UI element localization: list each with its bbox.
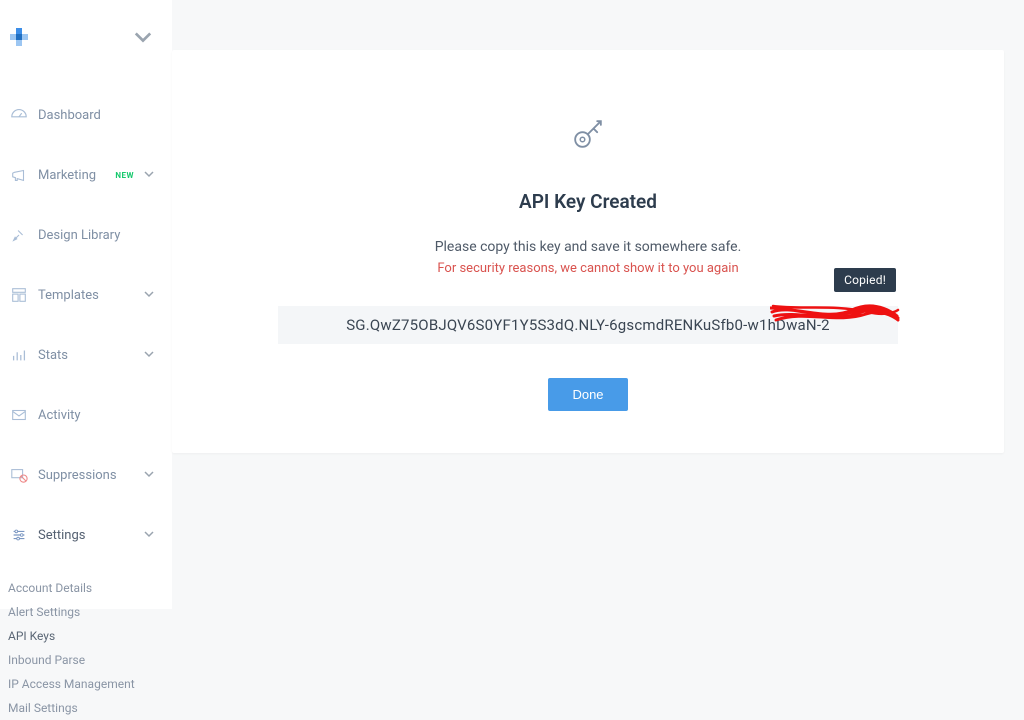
chevron-down-icon bbox=[144, 288, 154, 303]
logo-row bbox=[0, 28, 172, 50]
chevron-down-icon bbox=[144, 168, 154, 183]
bar-chart-icon bbox=[10, 346, 28, 364]
sidebar-item-label: Templates bbox=[38, 288, 134, 303]
sidebar-item-settings[interactable]: Settings bbox=[0, 514, 172, 556]
tools-icon bbox=[10, 226, 28, 244]
megaphone-icon bbox=[10, 166, 28, 184]
mail-icon bbox=[10, 406, 28, 424]
chevron-down-icon[interactable] bbox=[134, 28, 152, 50]
mail-block-icon bbox=[10, 466, 28, 484]
sidebar-item-marketing[interactable]: Marketing NEW bbox=[0, 154, 172, 196]
copied-tooltip: Copied! bbox=[834, 268, 896, 292]
subnav-inbound-parse[interactable]: Inbound Parse bbox=[8, 648, 172, 672]
subnav-mail-settings[interactable]: Mail Settings bbox=[8, 696, 172, 720]
sidebar-item-suppressions[interactable]: Suppressions bbox=[0, 454, 172, 496]
sidebar-item-label: Dashboard bbox=[38, 108, 154, 123]
sidebar-item-label: Stats bbox=[38, 348, 134, 363]
chevron-down-icon bbox=[144, 468, 154, 483]
sidebar-item-stats[interactable]: Stats bbox=[0, 334, 172, 376]
subnav-api-keys[interactable]: API Keys bbox=[8, 624, 172, 648]
layout-icon bbox=[10, 286, 28, 304]
gauge-icon bbox=[10, 106, 28, 124]
new-badge: NEW bbox=[115, 171, 134, 180]
sidebar-item-dashboard[interactable]: Dashboard bbox=[0, 94, 172, 136]
card-heading: API Key Created bbox=[192, 190, 984, 213]
brand-logo-icon bbox=[10, 28, 28, 50]
sidebar-item-label: Activity bbox=[38, 408, 154, 423]
settings-subnav: Account Details Alert Settings API Keys … bbox=[0, 574, 172, 720]
chevron-down-icon bbox=[144, 528, 154, 543]
sidebar-item-design-library[interactable]: Design Library bbox=[0, 214, 172, 256]
sliders-icon bbox=[10, 526, 28, 544]
sidebar: Dashboard Marketing NEW Design Library T… bbox=[0, 0, 172, 609]
api-key-value[interactable]: SG.QwZ75OBJQV6S0YF1Y5S3dQ.NLY-6gscmdRENK… bbox=[278, 306, 898, 344]
sidebar-item-label: Suppressions bbox=[38, 468, 134, 483]
api-key-row: SG.QwZ75OBJQV6S0YF1Y5S3dQ.NLY-6gscmdRENK… bbox=[192, 306, 984, 344]
sidebar-item-templates[interactable]: Templates bbox=[0, 274, 172, 316]
chevron-down-icon bbox=[144, 348, 154, 363]
sidebar-item-label: Marketing bbox=[38, 168, 103, 183]
done-button[interactable]: Done bbox=[548, 378, 627, 411]
main-content: API Key Created Please copy this key and… bbox=[172, 0, 1024, 609]
api-key-card: API Key Created Please copy this key and… bbox=[172, 50, 1004, 453]
sidebar-item-label: Settings bbox=[38, 528, 134, 543]
subnav-account-details[interactable]: Account Details bbox=[8, 576, 172, 600]
api-key-text: SG.QwZ75OBJQV6S0YF1Y5S3dQ.NLY-6gscmdRENK… bbox=[346, 316, 830, 334]
key-icon bbox=[192, 112, 984, 160]
sidebar-item-activity[interactable]: Activity bbox=[0, 394, 172, 436]
instruction-text: Please copy this key and save it somewhe… bbox=[192, 239, 984, 255]
sidebar-item-label: Design Library bbox=[38, 228, 154, 243]
subnav-ip-access-management[interactable]: IP Access Management bbox=[8, 672, 172, 696]
subnav-alert-settings[interactable]: Alert Settings bbox=[8, 600, 172, 624]
